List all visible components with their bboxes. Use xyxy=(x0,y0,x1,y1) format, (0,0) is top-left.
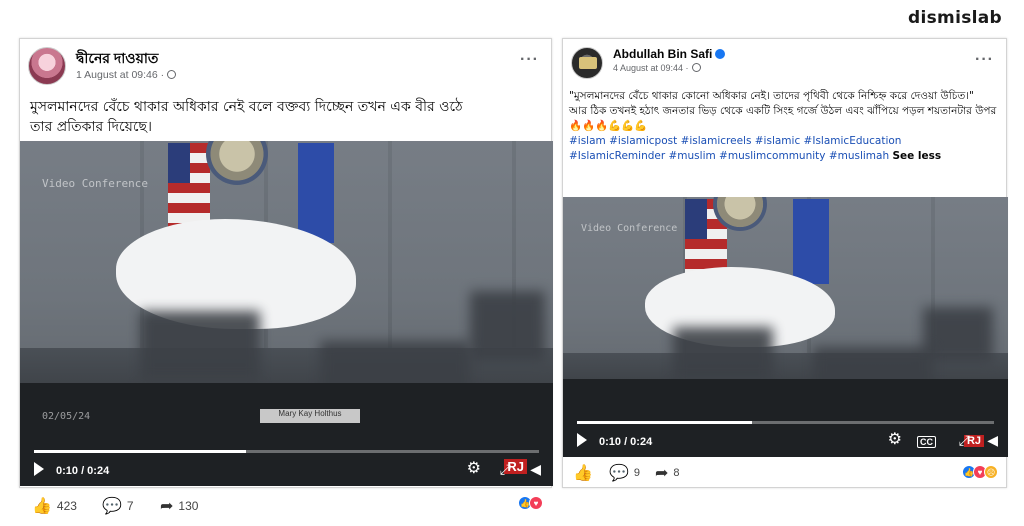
author-name[interactable]: Abdullah Bin Safi xyxy=(613,47,726,61)
post-header: দ্বীনের দাওয়াত 1 August at 09:46 · ··· xyxy=(28,45,543,91)
post-timestamp[interactable]: 1 August at 09:46 · xyxy=(76,69,177,81)
love-reaction-icon: ♥ xyxy=(529,496,543,510)
post-text-line: মুসলমানদের বেঁচে থাকার অধিকার নেই বলে বক… xyxy=(30,99,463,115)
share-icon: ➦ xyxy=(655,465,669,482)
post-text-paragraph: "মুসলমানদের বেঁচে থাকার কোনো অধিকার নেই।… xyxy=(569,90,974,102)
post-text: মুসলমানদের বেঁচে থাকার অধিকার নেই বলে বক… xyxy=(30,97,541,137)
post-header: Abdullah Bin Safi 4 August at 09:44 · ··… xyxy=(571,45,998,91)
reactions-summary[interactable]: 👍 ♥ xyxy=(518,496,543,510)
globe-icon xyxy=(691,63,701,72)
like-count: 423 xyxy=(56,499,77,513)
share-button[interactable]: ➦ 8 xyxy=(655,463,680,483)
play-icon[interactable] xyxy=(34,462,44,476)
avatar[interactable] xyxy=(28,47,66,85)
video-watermark: Video Conference xyxy=(581,223,678,234)
comment-count: 9 xyxy=(633,467,641,479)
video-time: 0:10 / 0:24 xyxy=(56,465,110,477)
globe-icon xyxy=(167,70,177,79)
comment-count: 7 xyxy=(126,499,134,513)
blurred-person xyxy=(923,307,993,362)
comment-icon: 💬 xyxy=(102,498,122,515)
video-time: 0:10 / 0:24 xyxy=(599,436,653,448)
progress-bar[interactable] xyxy=(577,421,994,424)
post-actions: 👍 423 💬 7 ➦ 130 👍 ♥ xyxy=(20,488,551,524)
sad-reaction-icon: ☹ xyxy=(984,465,998,479)
share-count: 8 xyxy=(673,467,680,479)
closed-captions-icon[interactable]: CC xyxy=(917,436,936,448)
like-button[interactable]: 👍 xyxy=(573,463,593,483)
reactions-summary[interactable]: 👍 ♥ ☹ xyxy=(962,465,998,479)
nameplate: Mary Kay Holthus xyxy=(260,409,360,423)
thumbs-up-icon: 👍 xyxy=(573,465,593,482)
blurred-person xyxy=(140,311,260,381)
comment-button[interactable]: 💬 9 xyxy=(609,463,640,483)
facebook-post-2: Abdullah Bin Safi 4 August at 09:44 · ··… xyxy=(562,38,1008,488)
comment-icon: 💬 xyxy=(609,465,629,482)
video-watermark: Video Conference xyxy=(42,177,148,190)
post-actions: 👍 💬 9 ➦ 8 👍 ♥ ☹ xyxy=(563,457,1006,487)
author-name-text[interactable]: Abdullah Bin Safi xyxy=(613,47,712,61)
share-button[interactable]: ➦ 130 xyxy=(160,496,198,516)
avatar[interactable] xyxy=(571,47,603,79)
see-less-link[interactable]: See less xyxy=(892,150,941,162)
video-player[interactable]: Video Conference Mary Kay Holthus 02/05/… xyxy=(20,141,553,486)
progress-bar[interactable] xyxy=(34,450,539,453)
volume-icon[interactable]: ◀ xyxy=(530,461,541,478)
more-options-icon[interactable]: ··· xyxy=(520,51,539,69)
more-options-icon[interactable]: ··· xyxy=(975,51,994,69)
share-count: 130 xyxy=(178,499,199,513)
thumbs-up-icon: 👍 xyxy=(32,498,52,515)
fullscreen-icon[interactable]: ⤢ xyxy=(959,432,970,449)
share-icon: ➦ xyxy=(160,498,174,515)
timestamp-text[interactable]: 4 August at 09:44 · xyxy=(613,63,689,73)
author-name[interactable]: দ্বীনের দাওয়াত xyxy=(76,47,158,71)
post-text-line: তার প্রতিকার দিয়েছে। xyxy=(30,119,153,135)
blurred-person xyxy=(673,327,773,382)
brand-logo: dismislab xyxy=(908,8,1002,28)
fullscreen-icon[interactable]: ⤢ xyxy=(500,461,511,478)
verified-badge-icon xyxy=(715,49,726,59)
hashtags[interactable]: #islam #islamicpost #islamicreels #islam… xyxy=(569,134,998,164)
like-button[interactable]: 👍 423 xyxy=(32,496,77,516)
hashtag-list[interactable]: #islam #islamicpost #islamicreels #islam… xyxy=(569,135,901,162)
video-controls: 0:10 / 0:24 ⚙ ⤢ ◀ xyxy=(20,450,553,486)
state-flag xyxy=(298,143,334,243)
post-text-paragraph: আর ঠিক তখনই হঠাৎ জনতার ভিড় থেকে একটি সি… xyxy=(569,105,997,132)
timestamp-text[interactable]: 1 August at 09:46 · xyxy=(76,69,164,81)
volume-icon[interactable]: ◀ xyxy=(987,432,998,449)
video-date-overlay: 02/05/24 xyxy=(42,411,91,422)
comment-button[interactable]: 💬 7 xyxy=(102,496,134,516)
post-text: "মুসলমানদের বেঁচে থাকার কোনো অধিকার নেই।… xyxy=(569,89,998,164)
video-player[interactable]: Video Conference RJ 0:10 / 0:24 ⚙ CC ⤢ ◀ xyxy=(563,197,1008,457)
settings-gear-icon[interactable]: ⚙ xyxy=(467,458,481,478)
state-flag xyxy=(793,199,829,284)
play-icon[interactable] xyxy=(577,433,587,447)
facebook-post-1: দ্বীনের দাওয়াত 1 August at 09:46 · ··· … xyxy=(19,38,553,515)
post-timestamp[interactable]: 4 August at 09:44 · xyxy=(613,63,701,73)
settings-gear-icon[interactable]: ⚙ xyxy=(888,429,902,449)
blurred-person xyxy=(470,291,545,361)
video-controls: 0:10 / 0:24 ⚙ CC ⤢ ◀ xyxy=(563,421,1008,457)
